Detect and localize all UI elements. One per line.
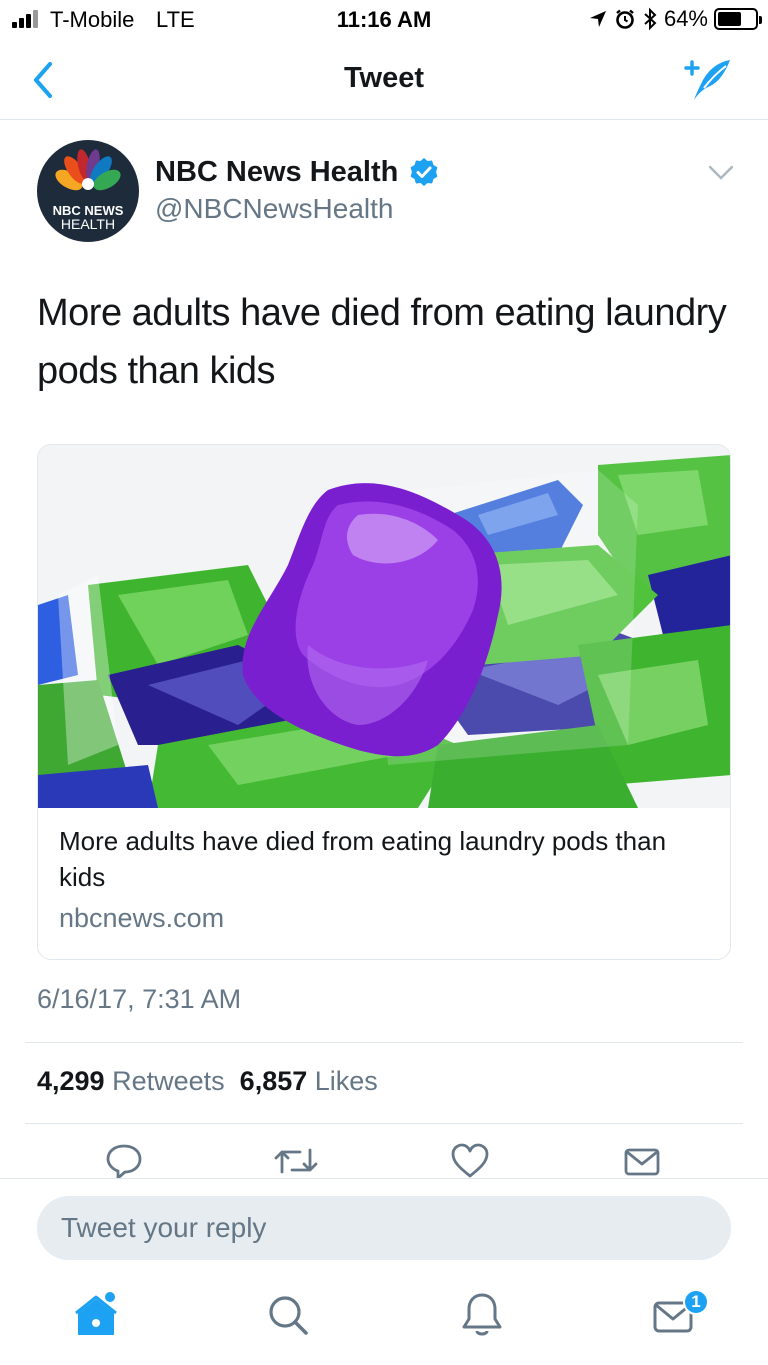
alarm-icon — [616, 9, 634, 29]
retweets-label[interactable]: Retweets — [112, 1066, 225, 1096]
reply-icon[interactable] — [104, 1142, 144, 1180]
card-image[interactable] — [38, 445, 731, 808]
notifications-icon[interactable] — [458, 1291, 506, 1339]
status-indicators: 64% — [588, 5, 762, 33]
location-arrow-icon — [589, 11, 606, 27]
reply-input[interactable]: Tweet your reply — [37, 1196, 731, 1260]
divider — [25, 1123, 743, 1124]
tweet-actions — [0, 1142, 768, 1180]
navigation-bar: Tweet — [0, 40, 768, 120]
home-icon[interactable] — [72, 1291, 120, 1339]
battery-percent: 64% — [663, 6, 708, 31]
link-card[interactable]: More adults have died from eating laundr… — [37, 444, 731, 960]
direct-message-icon[interactable] — [622, 1142, 662, 1180]
verified-badge-icon — [410, 158, 438, 186]
like-icon[interactable] — [450, 1142, 490, 1180]
author-name[interactable]: NBC News Health — [155, 156, 398, 189]
bluetooth-icon — [644, 7, 657, 31]
likes-label[interactable]: Likes — [315, 1066, 378, 1096]
compose-tweet-icon[interactable] — [682, 54, 734, 104]
chevron-down-icon[interactable] — [708, 164, 734, 182]
battery-icon — [714, 8, 762, 30]
page-title: Tweet — [343, 62, 425, 94]
engagement-stats: 4,299 Retweets 6,857 Likes — [37, 1066, 378, 1097]
likes-count[interactable]: 6,857 — [240, 1066, 308, 1096]
divider — [25, 1042, 743, 1043]
author-handle[interactable]: @NBCNewsHealth — [155, 193, 394, 225]
search-icon[interactable] — [264, 1291, 312, 1339]
card-domain[interactable]: nbcnews.com — [59, 903, 224, 934]
tweet-timestamp: 6/16/17, 7:31 AM — [37, 984, 242, 1014]
tweet-text: More adults have died from eating laundr… — [37, 292, 727, 392]
card-title[interactable]: More adults have died from eating laundr… — [59, 823, 719, 895]
avatar[interactable]: NBC NEWS HEALTH — [37, 140, 139, 242]
messages-badge: 1 — [683, 1289, 709, 1315]
retweet-icon[interactable] — [272, 1142, 320, 1180]
reply-and-tab-bar: Tweet your reply — [0, 1178, 768, 1365]
retweets-count[interactable]: 4,299 — [37, 1066, 105, 1096]
avatar-label-line2: HEALTH — [60, 216, 116, 232]
status-bar: T-Mobile LTE 11:16 AM 64% — [0, 0, 768, 40]
reply-placeholder: Tweet your reply — [61, 1212, 267, 1243]
